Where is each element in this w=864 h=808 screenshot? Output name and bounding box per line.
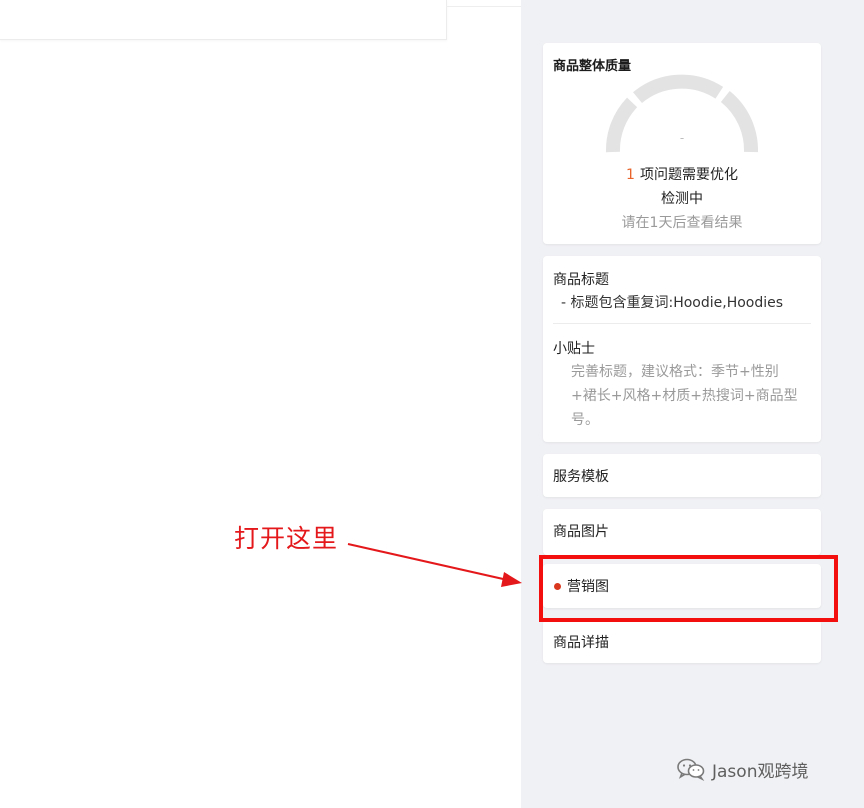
quality-gauge: [606, 74, 759, 153]
overall-quality-card: 商品整体质量 - 1 项问题需要优化 检测中 请在1天后查看结果: [543, 43, 821, 244]
divider: [446, 6, 522, 7]
product-info-card: [0, 0, 447, 40]
watermark: Jason观跨境: [676, 757, 809, 782]
product-title-card[interactable]: 商品标题 - 标题包含重复词:Hoodie,Hoodies 小贴士 完善标题，建…: [543, 256, 821, 442]
annotation-highlight-box: [539, 555, 838, 622]
product-details-item[interactable]: 商品详描: [543, 620, 821, 663]
watermark-text: Jason观跨境: [712, 761, 809, 782]
tips-text: 完善标题，建议格式：季节+性别+裙长+风格+材质+热搜词+商品型号。: [571, 364, 798, 428]
issue-summary: 1 项问题需要优化: [543, 164, 821, 184]
service-template-item[interactable]: 服务模板: [543, 454, 821, 497]
quality-title: 商品整体质量: [553, 59, 632, 74]
tips-heading: 小贴士: [553, 341, 595, 357]
section-divider: [553, 323, 811, 324]
service-template-label: 服务模板: [553, 469, 609, 485]
annotation-text: 打开这里: [234, 524, 339, 553]
issue-count: 1: [626, 167, 635, 183]
product-details-label: 商品详描: [553, 635, 609, 651]
product-images-item[interactable]: 商品图片: [543, 509, 821, 555]
title-issue: - 标题包含重复词:Hoodie,Hoodies: [561, 295, 784, 311]
product-title-heading: 商品标题: [553, 272, 609, 288]
wechat-icon: [677, 758, 705, 781]
result-hint: 请在1天后查看结果: [621, 215, 743, 231]
issue-text: 项问题需要优化: [639, 167, 738, 183]
quality-score: -: [679, 131, 685, 145]
product-images-label: 商品图片: [553, 524, 609, 540]
check-status: 检测中: [661, 191, 703, 207]
